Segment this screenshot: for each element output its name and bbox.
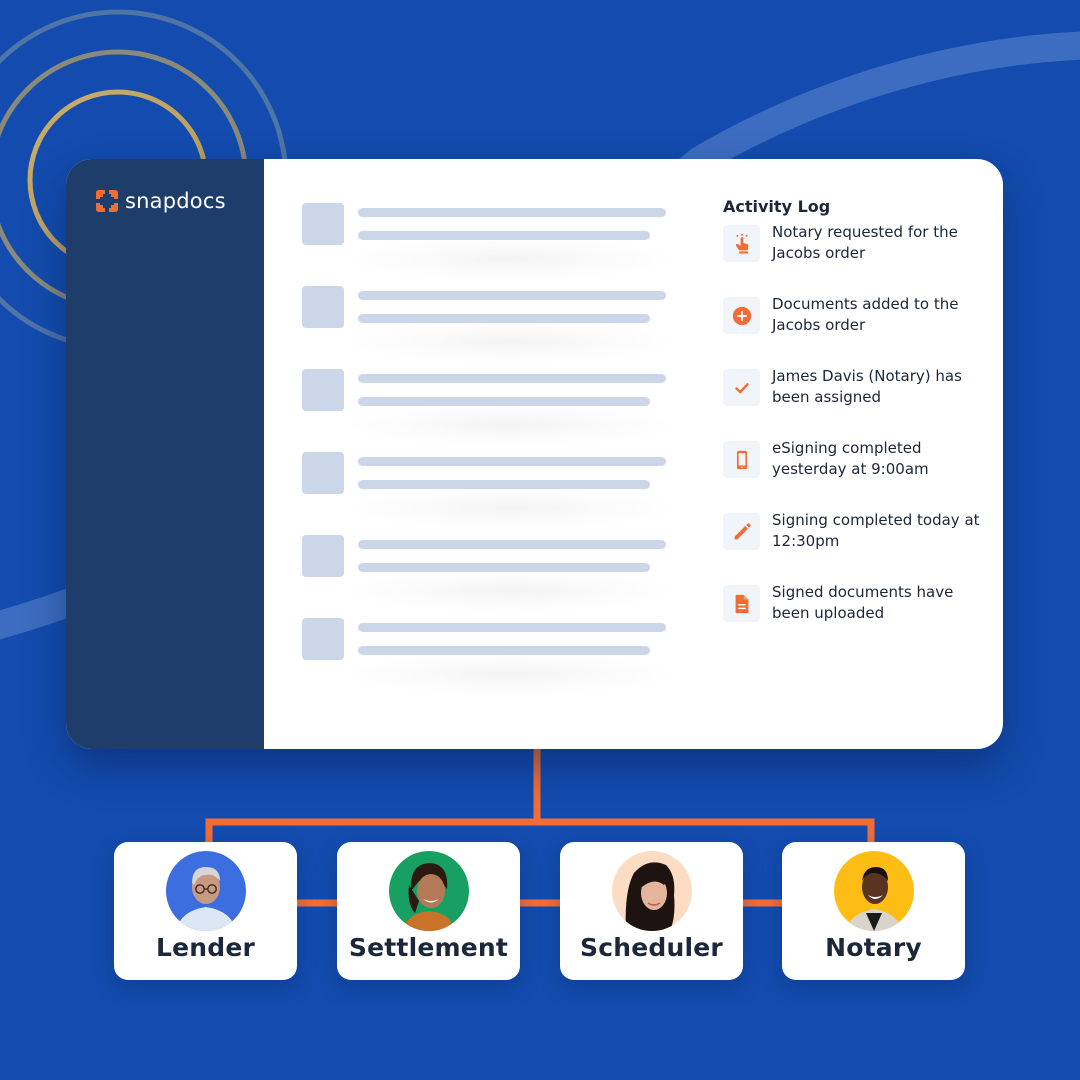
activity-item-text: Documents added to the Jacobs order bbox=[772, 295, 959, 334]
placeholder-line bbox=[358, 374, 666, 383]
placeholder-line bbox=[358, 563, 650, 572]
placeholder-thumbnail bbox=[302, 369, 344, 411]
placeholder-thumbnail bbox=[302, 203, 344, 245]
avatar-scheduler bbox=[611, 851, 692, 931]
mobile-phone-icon bbox=[723, 441, 760, 478]
placeholder-thumbnail bbox=[302, 618, 344, 660]
activity-item-text: Notary requested for the Jacobs order bbox=[772, 223, 958, 262]
activity-item[interactable]: Notary requested for the Jacobs order bbox=[723, 223, 983, 297]
list-item-placeholder[interactable] bbox=[302, 286, 678, 369]
placeholder-line bbox=[358, 540, 666, 549]
brand-logo[interactable]: snapdocs bbox=[96, 189, 226, 213]
placeholder-line bbox=[358, 397, 650, 406]
activity-log-title: Activity Log bbox=[723, 197, 831, 216]
activity-item-text: Signed documents have been uploaded bbox=[772, 583, 954, 622]
activity-item[interactable]: James Davis (Notary) has been assigned bbox=[723, 367, 983, 441]
activity-item[interactable]: eSigning completed yesterday at 9:00am bbox=[723, 439, 983, 513]
document-icon bbox=[723, 585, 760, 622]
brand-name: snapdocs bbox=[125, 189, 226, 213]
avatar-settlement bbox=[388, 851, 469, 931]
order-list-placeholder bbox=[302, 203, 678, 701]
avatar-notary bbox=[833, 851, 914, 931]
list-item-placeholder[interactable] bbox=[302, 203, 678, 286]
placeholder-line bbox=[358, 291, 666, 300]
activity-item[interactable]: Signing completed today at 12:30pm bbox=[723, 511, 983, 585]
placeholder-line bbox=[358, 314, 650, 323]
activity-item-text: James Davis (Notary) has been assigned bbox=[772, 367, 962, 406]
placeholder-thumbnail bbox=[302, 535, 344, 577]
placeholder-line bbox=[358, 623, 666, 632]
list-item-placeholder[interactable] bbox=[302, 369, 678, 452]
activity-item[interactable]: Documents added to the Jacobs order bbox=[723, 295, 983, 369]
tap-hand-icon bbox=[723, 225, 760, 262]
snapdocs-logo-icon bbox=[96, 190, 118, 212]
placeholder-line bbox=[358, 208, 666, 217]
list-item-placeholder[interactable] bbox=[302, 618, 678, 701]
list-item-placeholder[interactable] bbox=[302, 452, 678, 535]
placeholder-thumbnail bbox=[302, 452, 344, 494]
app-window: snapdocs Activity Log Notary requested f… bbox=[66, 159, 1003, 749]
connector-branch bbox=[205, 818, 875, 844]
role-label: Notary bbox=[825, 933, 922, 962]
main-content: Activity Log Notary requested for the Ja… bbox=[264, 159, 1003, 749]
activity-item-text: Signing completed today at 12:30pm bbox=[772, 511, 980, 550]
activity-item-text: eSigning completed yesterday at 9:00am bbox=[772, 439, 929, 478]
pencil-icon bbox=[723, 513, 760, 550]
role-card-scheduler[interactable]: Scheduler bbox=[560, 842, 743, 980]
sidebar: snapdocs bbox=[66, 159, 264, 749]
role-label: Lender bbox=[155, 933, 256, 962]
role-card-notary[interactable]: Notary bbox=[782, 842, 965, 980]
role-label: Settlement bbox=[348, 933, 509, 962]
placeholder-line bbox=[358, 480, 650, 489]
avatar-lender bbox=[165, 851, 246, 931]
checkmark-icon bbox=[723, 369, 760, 406]
placeholder-line bbox=[358, 457, 666, 466]
list-item-placeholder[interactable] bbox=[302, 535, 678, 618]
activity-log: Activity Log Notary requested for the Ja… bbox=[723, 197, 983, 657]
activity-item[interactable]: Signed documents have been uploaded bbox=[723, 583, 983, 657]
role-card-lender[interactable]: Lender bbox=[114, 842, 297, 980]
role-label: Scheduler bbox=[580, 933, 723, 962]
placeholder-line bbox=[358, 231, 650, 240]
placeholder-line bbox=[358, 646, 650, 655]
role-card-settlement[interactable]: Settlement bbox=[337, 842, 520, 980]
placeholder-thumbnail bbox=[302, 286, 344, 328]
plus-circle-icon bbox=[723, 297, 760, 334]
